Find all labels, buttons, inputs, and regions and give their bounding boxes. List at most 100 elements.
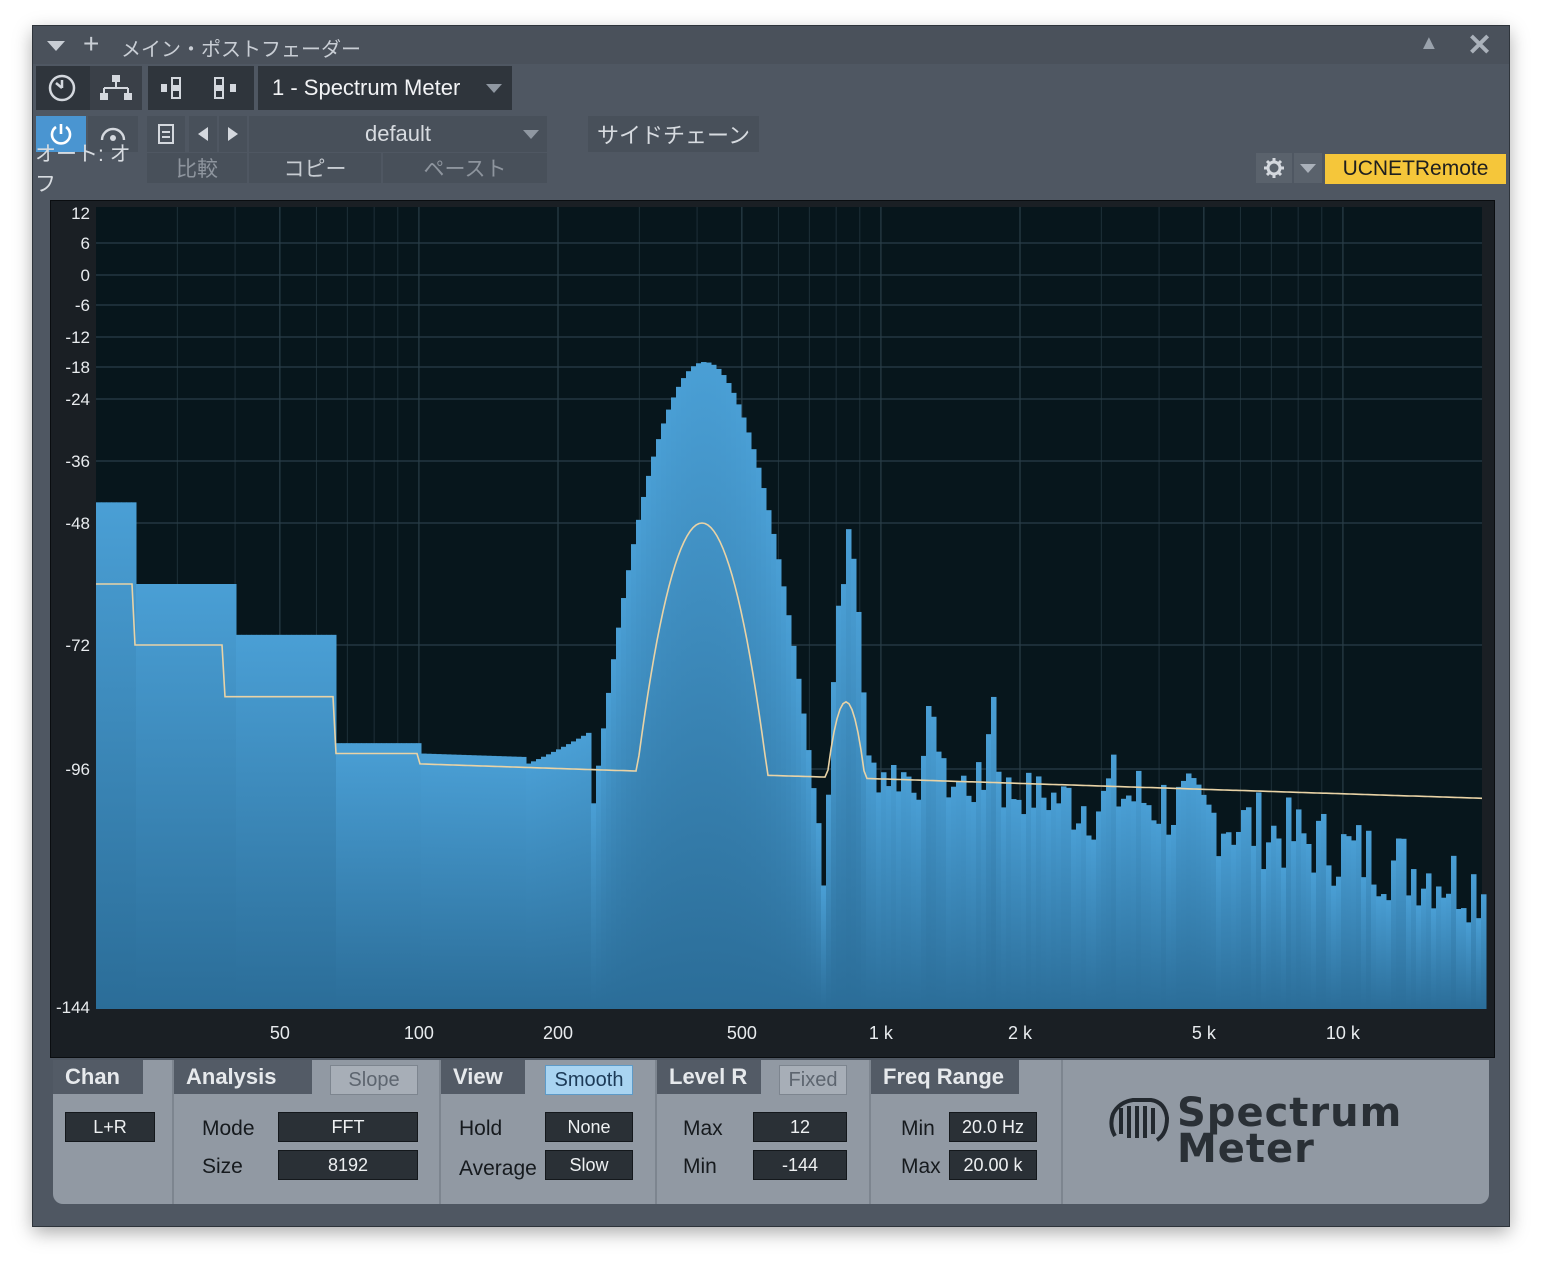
spectrum-bar [976,762,982,1009]
spectrum-bar [1401,838,1407,1009]
spectrum-bar [566,744,572,1009]
preset-file-dropdown[interactable]: default [249,116,547,152]
spectrum-bar [536,759,542,1009]
level-min-label: Min [683,1155,717,1178]
preset-selector[interactable]: 1 - Spectrum Meter [258,66,512,110]
clock-icon[interactable] [36,66,88,110]
hold-select[interactable]: None [545,1112,633,1142]
freq-min-field[interactable]: 20.0 Hz [949,1112,1037,1142]
spectrum-bar [1336,876,1342,1009]
slope-toggle[interactable]: Slope [330,1065,418,1095]
freq-range-tab: Freq Range [871,1060,1019,1094]
spectrum-bar [756,467,762,1009]
spectrum-bar [441,754,447,1009]
spectrum-bar [606,692,612,1009]
spectrum-bar [1286,797,1292,1009]
average-select[interactable]: Slow [545,1150,633,1180]
x-tick-label: 500 [727,1023,757,1043]
spectrum-bar [456,754,462,1009]
spectrum-bar [116,502,122,1009]
spectrum-bar [121,502,127,1009]
document-icon[interactable] [147,116,185,152]
spectrum-bar [171,584,177,1009]
spectrum-bar [706,362,712,1009]
spectrum-bar [426,753,432,1009]
spectrum-bar [1156,823,1162,1009]
spectrum-bar [726,383,732,1009]
spectrum-bar [1361,877,1367,1009]
spectrum-bar [306,634,312,1009]
spectrum-bar [251,634,257,1009]
prev-preset-icon[interactable] [189,116,217,152]
spectrum-bar [131,502,137,1009]
gear-icon[interactable] [1256,153,1292,183]
spectrum-bar [1026,772,1032,1009]
spectrum-bar [946,797,952,1009]
level-min-field[interactable]: -144 [753,1150,847,1180]
spectrum-bar [881,772,887,1009]
spectrum-bar [581,735,587,1009]
insert-b-icon[interactable] [200,66,252,110]
spectrum-bar [656,439,662,1010]
spectrum-bar [1041,797,1047,1009]
spectrum-bar [376,743,382,1009]
level-max-field[interactable]: 12 [753,1112,847,1142]
mode-select[interactable]: FFT [278,1112,418,1142]
fixed-toggle[interactable]: Fixed [779,1065,847,1095]
smooth-toggle[interactable]: Smooth [545,1065,633,1095]
spectrum-bar [201,584,207,1009]
spectrum-bar [1246,807,1252,1009]
x-tick-label: 1 k [869,1023,894,1043]
y-tick-label: -48 [65,514,90,533]
spectrum-bar [721,375,727,1009]
spectrum-bar [981,789,987,1009]
y-tick-label: -96 [65,760,90,779]
spectrum-bar [1236,831,1242,1009]
paste-button[interactable]: ペースト [383,153,547,183]
spectrum-bar [1436,886,1442,1009]
spectrum-bar [126,502,132,1009]
spectrum-bar [346,743,352,1009]
spectrum-bar [1036,776,1042,1009]
compare-button[interactable]: 比較 [147,153,247,183]
ucnet-remote-button[interactable]: UCNETRemote [1325,154,1506,184]
collapse-arrow-icon[interactable] [47,41,65,51]
preset-file-label: default [364,121,432,146]
spectrum-bar [361,743,367,1009]
spectrum-bar [501,756,507,1009]
chevron-down-icon [523,130,539,139]
spectrum-bar [1441,897,1447,1009]
size-label: Size [202,1155,243,1178]
auto-label[interactable]: オート: オフ [35,143,143,196]
spectrum-bar [1266,842,1272,1009]
sidechain-button[interactable]: サイドチェーン [588,116,759,152]
next-preset-icon[interactable] [219,116,247,152]
spectrum-bar [1121,798,1127,1009]
spectrum-bar [1006,777,1012,1009]
copy-button[interactable]: コピー [249,153,381,183]
spectrum-bar [166,584,172,1009]
spectrum-bar [1271,825,1277,1009]
spectrum-bar [1091,839,1097,1009]
spectrum-bar [106,502,112,1009]
close-icon[interactable]: ✕ [1467,28,1492,63]
spectrum-bar [1306,843,1312,1009]
freq-max-field[interactable]: 20.00 k [949,1150,1037,1180]
spectrum-bar [576,738,582,1009]
title-bar: + メイン・ポストフェーダー ▲ ✕ [33,26,1509,64]
add-icon[interactable]: + [83,30,99,58]
channel-select[interactable]: L+R [65,1112,155,1142]
routing-icon[interactable] [90,66,142,110]
spectrum-bar [1466,922,1472,1009]
spectrum-bar [546,754,552,1009]
spectrum-bar [1096,811,1102,1009]
insert-a-icon[interactable] [148,66,198,110]
spectrum-bar [1366,830,1372,1009]
spectrum-bar [1116,806,1122,1009]
size-select[interactable]: 8192 [278,1150,418,1180]
pin-icon[interactable]: ▲ [1419,32,1439,55]
spectrum-bar [1146,805,1152,1009]
y-tick-label: 12 [71,204,90,223]
spectrum-bar [146,584,152,1009]
chevron-down-icon[interactable] [1294,153,1322,183]
